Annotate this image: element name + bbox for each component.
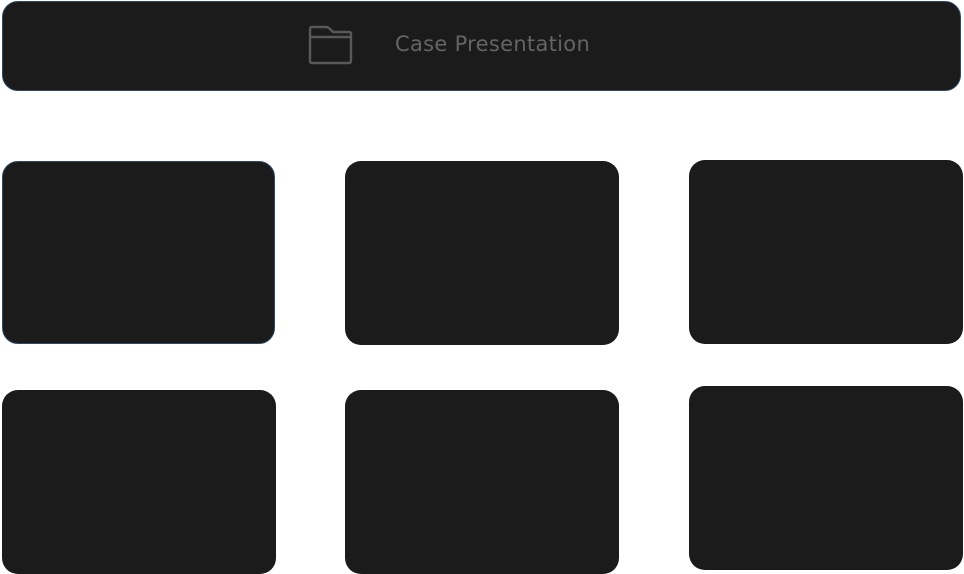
grid-tile-5[interactable] — [345, 390, 619, 574]
folder-icon — [308, 25, 353, 65]
grid-tile-2[interactable] — [345, 161, 619, 345]
grid-tile-3[interactable] — [689, 160, 963, 344]
case-presentation-header-button[interactable]: Case Presentation — [2, 1, 961, 91]
grid-tile-6[interactable] — [689, 386, 963, 570]
grid-tile-4[interactable] — [2, 390, 276, 574]
grid-tile-1[interactable] — [2, 161, 275, 344]
header-title: Case Presentation — [395, 32, 591, 56]
